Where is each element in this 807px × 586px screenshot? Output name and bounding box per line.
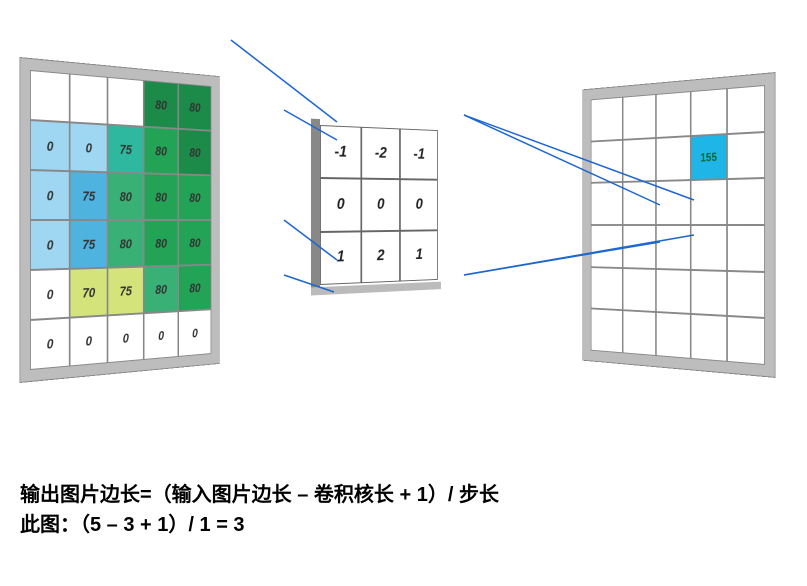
input-cell — [30, 70, 70, 122]
output-cell — [623, 268, 656, 313]
input-cell: 0 — [70, 315, 108, 366]
input-cell: 80 — [178, 174, 211, 220]
input-cell: 75 — [70, 171, 108, 220]
caption-line-2: 此图：（5 – 3 + 1）/ 1 = 3 — [20, 510, 787, 540]
input-cell: 80 — [108, 220, 144, 268]
output-cell — [727, 316, 765, 365]
output-cell — [623, 94, 656, 139]
output-cell — [727, 178, 765, 225]
input-cell: 80 — [144, 173, 179, 220]
input-grid: 8080007580800758080800758080800707580800… — [30, 70, 211, 370]
input-cell: 70 — [70, 268, 108, 318]
caption: 输出图片边长=（输入图片边长 – 卷积核长 + 1）/ 步长 此图：（5 – 3… — [20, 480, 787, 540]
kernel-grid: -1-2-1000121 — [320, 125, 438, 285]
input-cell — [70, 74, 108, 125]
input-cell: 80 — [144, 80, 179, 129]
kernel-panel: -1-2-1000121 — [320, 125, 438, 285]
output-cell — [691, 88, 727, 136]
input-cell: 0 — [30, 269, 70, 320]
output-cell — [623, 138, 656, 183]
kernel-cell: 0 — [361, 179, 400, 231]
output-cell — [656, 269, 691, 315]
output-cell — [727, 132, 765, 180]
input-cell: 80 — [178, 220, 211, 266]
kernel-cell: 0 — [320, 178, 361, 231]
kernel-cell: 1 — [320, 231, 361, 285]
input-cell: 80 — [144, 127, 179, 175]
output-cell — [623, 181, 656, 225]
input-cell: 0 — [30, 318, 70, 370]
input-cell: 80 — [108, 172, 144, 220]
input-cell: 75 — [108, 267, 144, 316]
output-panel: 155 — [591, 85, 765, 365]
output-cell — [656, 136, 691, 182]
kernel-cell: -2 — [361, 127, 400, 180]
output-cell — [727, 271, 765, 319]
input-cell: 0 — [30, 120, 70, 171]
input-panel: 8080007580800758080800758080800707580800… — [30, 70, 211, 370]
input-cell: 80 — [178, 129, 211, 176]
input-cell: 0 — [108, 313, 144, 363]
output-cell — [656, 91, 691, 138]
output-cell — [691, 179, 727, 225]
output-cell — [691, 225, 727, 271]
input-cell: 0 — [70, 122, 108, 172]
input-cell: 0 — [30, 170, 70, 220]
input-cell: 75 — [108, 125, 144, 174]
kernel-leftbar — [311, 119, 320, 292]
input-cell: 80 — [178, 83, 211, 131]
output-cell — [591, 267, 623, 311]
input-cell: 80 — [144, 220, 179, 267]
kernel-cell: 1 — [400, 230, 438, 282]
output-cell: 155 — [691, 134, 727, 181]
convolution-diagram: 8080007580800758080800758080800707580800… — [20, 20, 790, 470]
caption-line-1: 输出图片边长=（输入图片边长 – 卷积核长 + 1）/ 步长 — [20, 480, 787, 510]
output-cell — [727, 225, 765, 272]
output-cell — [691, 270, 727, 317]
output-cell — [623, 225, 656, 269]
kernel-cell: 2 — [361, 230, 400, 283]
output-cell — [656, 180, 691, 225]
input-cell: 0 — [178, 309, 211, 357]
input-cell — [108, 77, 144, 127]
output-cell — [727, 85, 765, 134]
output-cell — [591, 309, 623, 354]
output-cell — [591, 225, 623, 268]
input-cell: 80 — [144, 266, 179, 314]
output-cell — [591, 97, 623, 141]
output-cell — [656, 225, 691, 270]
input-cell: 0 — [30, 220, 70, 270]
kernel-cell: -1 — [400, 128, 438, 180]
kernel-cell: 0 — [400, 179, 438, 230]
input-cell: 0 — [144, 311, 179, 360]
output-cell — [591, 140, 623, 184]
kernel-cell: -1 — [320, 125, 361, 179]
input-cell: 80 — [178, 265, 211, 312]
output-cell — [691, 314, 727, 362]
output-cell — [623, 310, 656, 356]
input-cell: 75 — [70, 220, 108, 269]
output-cell — [656, 312, 691, 359]
output-grid: 155 — [591, 85, 765, 365]
output-cell — [591, 182, 623, 225]
